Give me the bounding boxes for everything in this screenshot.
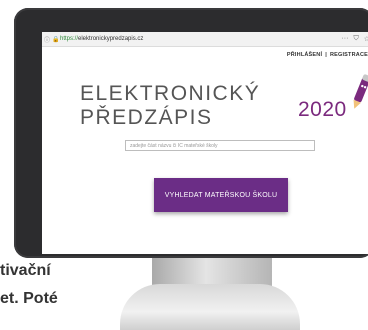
lock-icon: 🔒	[52, 36, 60, 43]
shield-icon[interactable]: ⛉	[353, 35, 358, 43]
star-icon[interactable]: ☆	[364, 35, 368, 43]
logo-year: 2020	[298, 98, 347, 121]
more-icon[interactable]: ···	[341, 35, 348, 43]
link-separator: |	[325, 52, 327, 58]
address-bar[interactable]: ⓘ 🔒 https://elektronickypredzapis.cz ···…	[42, 32, 368, 47]
url-protocol: https://	[60, 36, 79, 42]
monitor: ⓘ 🔒 https://elektronickypredzapis.cz ···…	[14, 8, 368, 258]
browser-screen: ⓘ 🔒 https://elektronickypredzapis.cz ···…	[42, 32, 368, 254]
account-links: PŘIHLÁŠENÍ | REGISTRACE	[287, 52, 368, 58]
page-text-line-1: tivační	[0, 262, 51, 279]
register-link[interactable]: REGISTRACE	[330, 52, 368, 58]
pencil-mascot-icon	[353, 74, 368, 109]
school-search-input[interactable]	[125, 140, 315, 151]
url-text[interactable]: https://elektronickypredzapis.cz	[60, 36, 143, 42]
info-icon[interactable]: ⓘ	[42, 35, 52, 44]
monitor-stand-base	[120, 284, 300, 330]
search-school-button[interactable]: VYHLEDAT MATEŘSKOU ŠKOLU	[154, 178, 288, 212]
monitor-stand-neck	[152, 258, 272, 286]
login-link[interactable]: PŘIHLÁŠENÍ	[287, 52, 322, 58]
page-text-line-2: et. Poté	[0, 290, 58, 307]
url-host: elektronickypredzapis.cz	[78, 36, 144, 42]
